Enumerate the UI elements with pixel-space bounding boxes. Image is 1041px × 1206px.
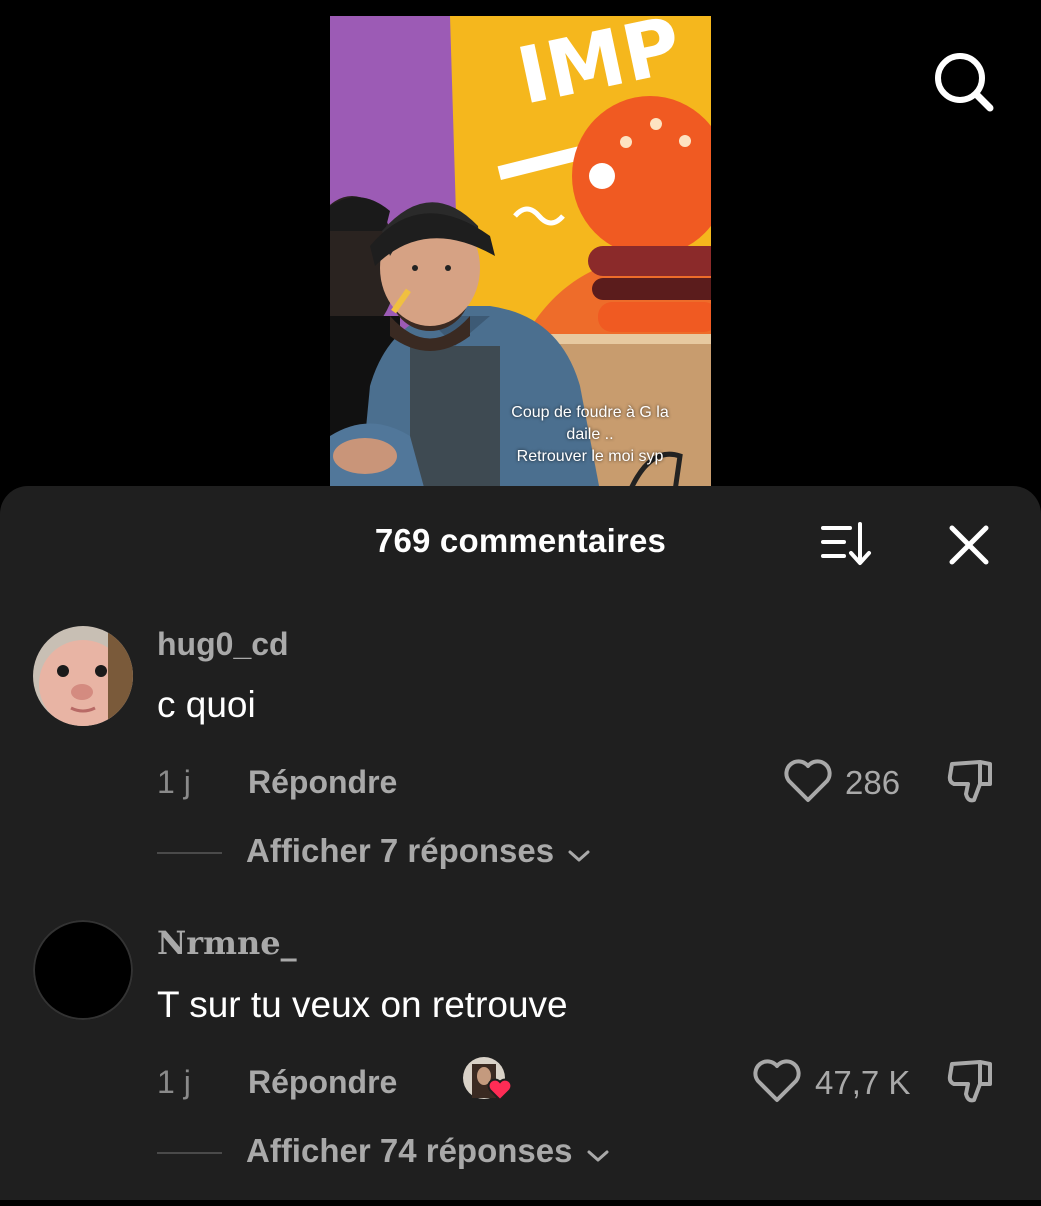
chevron-down-icon xyxy=(586,1134,610,1172)
close-button[interactable] xyxy=(944,520,994,570)
like-button[interactable] xyxy=(783,758,833,809)
dislike-button[interactable] xyxy=(946,756,998,811)
show-replies-button[interactable]: Afficher 7 réponses xyxy=(246,832,591,872)
close-icon xyxy=(949,525,989,565)
sort-icon xyxy=(821,522,871,565)
sort-button[interactable] xyxy=(820,520,876,568)
creator-avatar-heart-icon xyxy=(463,1057,513,1102)
caption-line-3: Retrouver le moi syp xyxy=(516,448,664,465)
chevron-down-icon xyxy=(567,834,591,872)
video-frame[interactable]: IMP Coup de foudre à G la daile .. Retro… xyxy=(330,16,711,491)
caption-line-1: Coup de foudre à G la xyxy=(511,404,669,421)
replies-divider xyxy=(157,1152,222,1154)
comment-item: hug0_cd c quoi 1 j Répondre 286 Afficher… xyxy=(0,606,1041,906)
search-button[interactable] xyxy=(928,50,996,112)
like-button[interactable] xyxy=(752,1058,802,1109)
comments-sheet: 769 commentaires hug0_cd c quoi 1 j Répo… xyxy=(0,486,1041,1200)
avatar[interactable] xyxy=(33,626,133,726)
creator-liked-badge xyxy=(462,1056,513,1104)
comment-text: c quoi xyxy=(157,684,256,725)
caption-line-2: daile .. xyxy=(566,426,614,443)
reply-button[interactable]: Répondre xyxy=(248,764,397,801)
comment-username[interactable]: Nrmne_ xyxy=(157,924,297,962)
show-replies-button[interactable]: Afficher 74 réponses xyxy=(246,1132,610,1172)
comment-username[interactable]: hug0_cd xyxy=(157,626,289,663)
comment-time: 1 j xyxy=(157,764,191,800)
replies-divider xyxy=(157,852,222,854)
comment-text: T sur tu veux on retrouve xyxy=(157,984,568,1025)
thumbs-down-icon xyxy=(947,1060,992,1103)
like-count: 47,7 K xyxy=(815,1064,911,1101)
like-count: 286 xyxy=(845,764,901,801)
thumbs-down-icon xyxy=(947,760,992,803)
comments-header: 769 commentaires xyxy=(0,486,1041,596)
video-area[interactable]: IMP Coup de foudre à G la daile .. Retro… xyxy=(0,0,1041,500)
video-caption: Coup de foudre à G la daile .. Retrouver… xyxy=(490,402,690,468)
comment-time: 1 j xyxy=(157,1064,191,1100)
avatar[interactable] xyxy=(33,920,133,1020)
comments-count-title: 769 commentaires xyxy=(374,522,667,559)
search-icon xyxy=(935,53,994,112)
show-replies-label: Afficher 74 réponses xyxy=(246,1132,573,1169)
show-replies-label: Afficher 7 réponses xyxy=(246,832,555,869)
comment-item: Nrmne_ T sur tu veux on retrouve 1 j Rép… xyxy=(0,906,1041,1206)
dislike-button[interactable] xyxy=(946,1056,998,1111)
heart-outline-icon xyxy=(753,1059,801,1102)
heart-outline-icon xyxy=(784,759,832,802)
reply-button[interactable]: Répondre xyxy=(248,1064,397,1101)
avatar-image xyxy=(33,626,133,726)
